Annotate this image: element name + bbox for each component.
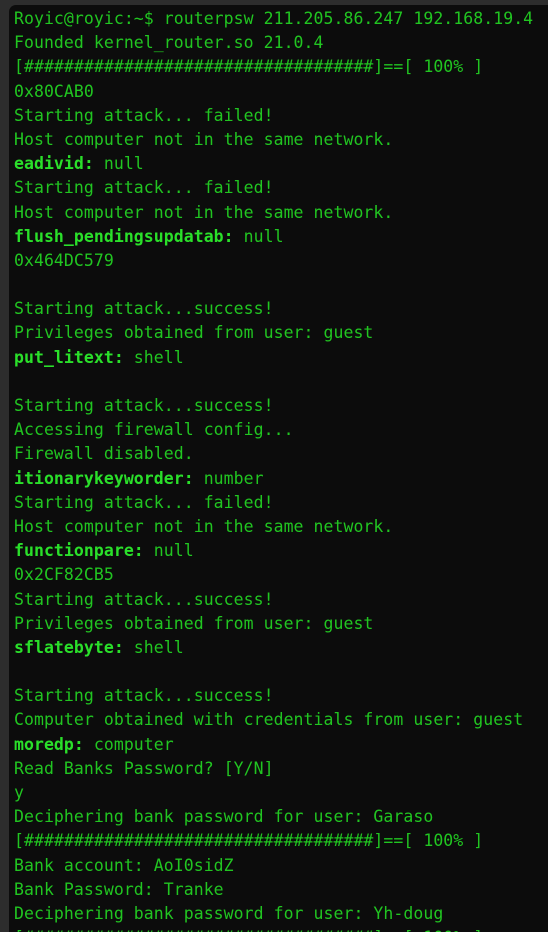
terminal-window[interactable]: Royic@royic:~$ routerpsw 211.205.86.247 … xyxy=(0,0,548,932)
terminal-line: Privileges obtained from user: guest xyxy=(14,613,374,633)
terminal-line-keyvalue: functionpare: null xyxy=(14,539,548,563)
terminal-line: y xyxy=(14,783,24,802)
terminal-line: Starting attack...success! xyxy=(14,396,274,415)
terminal-line: Firewall disabled. xyxy=(14,444,194,464)
terminal-value: shell xyxy=(123,347,184,367)
terminal-line: Host computer not in the same network. xyxy=(14,202,394,222)
terminal-line-keyvalue: sflatebyte: shell xyxy=(14,636,548,660)
terminal-output: Royic@royic:~$ routerpsw 211.205.86.247 … xyxy=(14,7,548,932)
terminal-prompt-line: Royic@royic:~$ routerpsw 211.205.86.247 … xyxy=(14,9,534,28)
terminal-line: Read Banks Password? [Y/N] xyxy=(14,758,274,778)
terminal-line: Starting attack... failed! xyxy=(14,492,274,512)
terminal-key: itionarykeyworder: xyxy=(14,468,194,488)
terminal-line: Starting attack... failed! xyxy=(14,178,274,198)
terminal-value: null xyxy=(143,541,194,561)
terminal-line: Privileges obtained from user: guest xyxy=(14,323,374,343)
terminal-line-keyvalue: eadivid: null xyxy=(14,152,548,176)
terminal-progress-bar: [###################################]==[… xyxy=(14,57,484,77)
terminal-line: Bank account: AoI0sidZ xyxy=(14,855,234,875)
terminal-screen[interactable]: Royic@royic:~$ routerpsw 211.205.86.247 … xyxy=(9,5,548,932)
terminal-value: shell xyxy=(123,637,184,657)
terminal-key: flush_pendingsupdatab: xyxy=(14,226,234,246)
terminal-key: eadivid: xyxy=(14,154,94,174)
terminal-line: Starting attack...success! xyxy=(14,589,274,609)
terminal-progress-bar: [###################################]==[… xyxy=(14,926,548,932)
terminal-line: Deciphering bank password for user: Yh-d… xyxy=(14,903,444,923)
terminal-line: Starting attack... failed! xyxy=(14,105,274,125)
terminal-key: put_litext: xyxy=(14,347,124,367)
terminal-line: Founded kernel_router.so 21.0.4 xyxy=(14,33,324,53)
terminal-line: Computer obtained with credentials from … xyxy=(14,710,524,730)
terminal-line-keyvalue: itionarykeyworder: number xyxy=(14,467,548,491)
terminal-key: moredp: xyxy=(14,734,84,754)
terminal-line: Starting attack...success! xyxy=(14,686,274,706)
terminal-progress-bar: [###################################]==[… xyxy=(14,831,484,851)
terminal-key: sflatebyte: xyxy=(14,637,124,657)
terminal-line: 0x80CAB0 xyxy=(14,81,94,101)
terminal-line: 0x464DC579 xyxy=(14,250,114,270)
terminal-line: Host computer not in the same network. xyxy=(14,129,394,149)
terminal-line: Host computer not in the same network. xyxy=(14,516,394,536)
window-chrome-left xyxy=(0,0,9,932)
terminal-value: null xyxy=(233,226,284,246)
terminal-line: Bank Password: Tranke xyxy=(14,879,224,899)
terminal-line-keyvalue: flush_pendingsupdatab: null xyxy=(14,225,548,249)
terminal-line: Starting attack...success! xyxy=(14,299,274,319)
terminal-line: 0x2CF82CB5 xyxy=(14,565,114,585)
terminal-value: computer xyxy=(83,734,174,754)
terminal-line-keyvalue: moredp: computer xyxy=(14,733,548,757)
terminal-value: number xyxy=(193,468,264,488)
terminal-key: functionpare: xyxy=(14,541,144,561)
terminal-value: null xyxy=(93,154,144,174)
terminal-line: Accessing firewall config... xyxy=(14,420,294,440)
terminal-line-keyvalue: put_litext: shell xyxy=(14,346,548,370)
terminal-line: Deciphering bank password for user: Gara… xyxy=(14,807,434,827)
